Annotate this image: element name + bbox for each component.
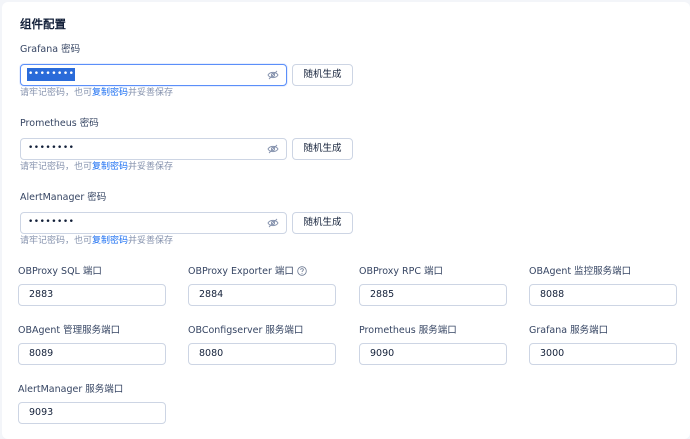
grafana-password-label: Grafana 密码	[20, 44, 81, 55]
component-config-panel: 组件配置 Grafana 密码 •••••••• 随机生成 请牢记密码，也可复制…	[2, 2, 690, 439]
alertmanager-password-value: ••••••••	[28, 217, 75, 227]
hint-prefix: 请牢记密码，也可	[20, 236, 93, 246]
obproxy-exporter-port-label: OBProxy Exporter 端口	[188, 266, 307, 278]
eye-invisible-icon[interactable]	[267, 70, 279, 80]
hint-suffix: 并妥善保存	[128, 236, 174, 246]
prometheus-port-input[interactable]: 9090	[359, 343, 507, 365]
obproxy-rpc-port-label: OBProxy RPC 端口	[359, 266, 444, 277]
grafana-random-generate-button[interactable]: 随机生成	[292, 64, 353, 86]
question-circle-icon[interactable]	[297, 266, 307, 276]
grafana-password-value: ••••••••	[27, 68, 76, 81]
prometheus-password-label: Prometheus 密码	[20, 118, 99, 129]
hint-prefix: 请牢记密码，也可	[20, 162, 93, 172]
obconfigserver-port-label: OBConfigserver 服务端口	[188, 325, 304, 336]
alertmanager-password-hint: 请牢记密码，也可复制密码并妥善保存	[20, 236, 173, 247]
alertmanager-random-generate-button[interactable]: 随机生成	[292, 212, 353, 234]
obproxy-sql-port-value: 2883	[29, 289, 54, 300]
alertmanager-password-input[interactable]: ••••••••	[20, 212, 287, 234]
obagent-manager-port-input[interactable]: 8089	[18, 343, 166, 365]
prometheus-port-value: 9090	[370, 348, 395, 359]
obproxy-sql-port-label: OBProxy SQL 端口	[18, 266, 102, 277]
obagent-monitor-port-input[interactable]: 8088	[529, 284, 677, 306]
alertmanager-port-value: 9093	[29, 407, 54, 418]
alertmanager-password-group: AlertManager 密码 •••••••• 随机生成 请牢记密码，也可复制…	[20, 192, 360, 246]
grafana-copy-password-link[interactable]: 复制密码	[92, 88, 128, 98]
alertmanager-port-input[interactable]: 9093	[18, 402, 166, 424]
prometheus-password-hint: 请牢记密码，也可复制密码并妥善保存	[20, 162, 173, 173]
obproxy-sql-port-input[interactable]: 2883	[18, 284, 166, 306]
obconfigserver-port-input[interactable]: 8080	[188, 343, 336, 365]
hint-suffix: 并妥善保存	[128, 162, 174, 172]
obproxy-exporter-port-label-text: OBProxy Exporter 端口	[188, 266, 294, 277]
obagent-monitor-port-value: 8088	[540, 289, 565, 300]
obagent-monitor-port-label: OBAgent 监控服务端口	[529, 266, 632, 277]
alertmanager-port-label: AlertManager 服务端口	[18, 384, 124, 395]
alertmanager-copy-password-link[interactable]: 复制密码	[92, 236, 128, 246]
prometheus-password-input[interactable]: ••••••••	[20, 138, 287, 160]
eye-invisible-icon[interactable]	[267, 144, 279, 154]
hint-suffix: 并妥善保存	[128, 88, 174, 98]
prometheus-random-generate-button[interactable]: 随机生成	[292, 138, 353, 160]
obproxy-exporter-port-input[interactable]: 2884	[188, 284, 336, 306]
eye-invisible-icon[interactable]	[267, 218, 279, 228]
prometheus-port-label: Prometheus 服务端口	[359, 325, 457, 336]
prometheus-password-group: Prometheus 密码 •••••••• 随机生成 请牢记密码，也可复制密码…	[20, 118, 360, 172]
alertmanager-password-label: AlertManager 密码	[20, 192, 107, 203]
prometheus-copy-password-link[interactable]: 复制密码	[92, 162, 128, 172]
grafana-password-hint: 请牢记密码，也可复制密码并妥善保存	[20, 88, 173, 99]
grafana-port-input[interactable]: 3000	[529, 343, 677, 365]
obagent-manager-port-value: 8089	[29, 348, 54, 359]
obagent-manager-port-label: OBAgent 管理服务端口	[18, 325, 121, 336]
obconfigserver-port-value: 8080	[199, 348, 224, 359]
grafana-port-value: 3000	[540, 348, 565, 359]
grafana-password-group: Grafana 密码 •••••••• 随机生成 请牢记密码，也可复制密码并妥善…	[20, 44, 360, 98]
hint-prefix: 请牢记密码，也可	[20, 88, 93, 98]
obproxy-rpc-port-input[interactable]: 2885	[359, 284, 507, 306]
grafana-password-input[interactable]: ••••••••	[20, 64, 287, 86]
section-title: 组件配置	[20, 17, 66, 31]
obproxy-rpc-port-value: 2885	[370, 289, 395, 300]
grafana-port-label: Grafana 服务端口	[529, 325, 609, 336]
obproxy-exporter-port-value: 2884	[199, 289, 224, 300]
prometheus-password-value: ••••••••	[28, 143, 75, 153]
